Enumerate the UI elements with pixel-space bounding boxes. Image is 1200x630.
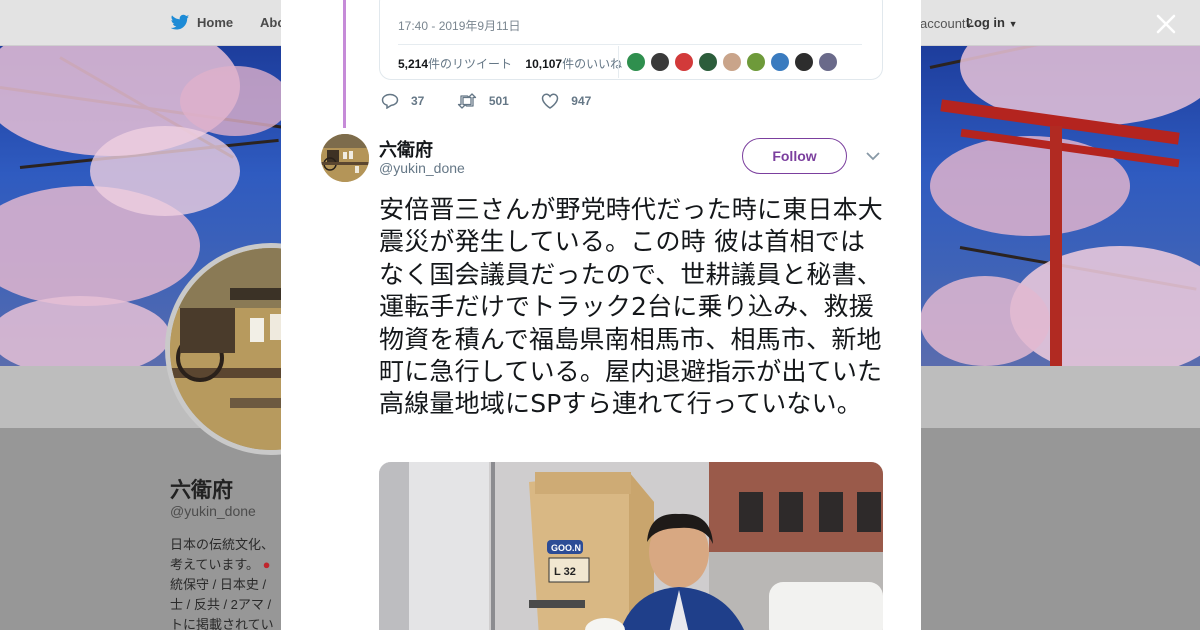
- thread-connector-line: [343, 0, 346, 128]
- divider: [618, 46, 619, 78]
- cherry-blossom-cluster: [180, 66, 290, 136]
- profile-name: 六衛府: [170, 479, 233, 502]
- red-dot-icon: ●: [259, 557, 271, 572]
- liker-avatar[interactable]: [746, 52, 766, 72]
- liker-avatar[interactable]: [770, 52, 790, 72]
- bio-line: トに掲載されてい: [170, 617, 274, 630]
- login-dropdown[interactable]: Log in ▼: [966, 15, 1018, 30]
- liker-avatar[interactable]: [650, 52, 670, 72]
- cherry-blossom-cluster: [0, 296, 170, 366]
- twitter-bird-icon[interactable]: [170, 14, 190, 32]
- reply-icon: [381, 93, 399, 109]
- reply-count: 37: [411, 94, 425, 108]
- like-button[interactable]: 947: [541, 93, 591, 109]
- retweet-button[interactable]: 501: [457, 93, 509, 109]
- liker-avatar[interactable]: [794, 52, 814, 72]
- like-action-count: 947: [571, 94, 592, 108]
- divider: [398, 44, 862, 45]
- close-icon[interactable]: [1154, 12, 1178, 36]
- liker-avatars: [626, 52, 842, 74]
- reply-button[interactable]: 37: [381, 93, 424, 109]
- liker-avatar[interactable]: [698, 52, 718, 72]
- bio-line: 統保守 / 日本史 /: [170, 577, 267, 592]
- retweet-count-label[interactable]: 件のリツイート: [428, 57, 512, 71]
- photo-image: GOO.N L 32: [379, 462, 883, 630]
- liker-avatar[interactable]: [722, 52, 742, 72]
- tweet-modal: 17:40 - 2019年9月11日 5,214件のリツイート 10,107件の…: [281, 0, 921, 630]
- box-size-text: L 32: [554, 566, 576, 578]
- chevron-down-icon: ▼: [1008, 19, 1018, 29]
- bio-line: 日本の伝統文化、: [170, 537, 275, 552]
- tweet-author-name[interactable]: 六衛府: [379, 136, 433, 162]
- retweet-count[interactable]: 5,214: [398, 57, 428, 71]
- account-question: account?: [920, 16, 973, 31]
- retweet-icon: [457, 93, 476, 109]
- nav-home[interactable]: Home: [197, 15, 233, 30]
- bio-line: 士 / 反共 / 2アマ /: [170, 597, 272, 612]
- liker-avatar[interactable]: [626, 52, 646, 72]
- login-label[interactable]: Log in: [966, 15, 1005, 30]
- follow-button[interactable]: Follow: [742, 138, 847, 174]
- torii-gate: [940, 99, 1200, 366]
- profile-handle: @yukin_done: [170, 503, 256, 519]
- like-count-label[interactable]: 件のいいね: [562, 57, 622, 71]
- avatar-painting: [321, 134, 369, 182]
- quoted-tweet-actions: 37 501 947: [381, 93, 619, 113]
- like-count[interactable]: 10,107: [525, 57, 562, 71]
- bio-line: 考えています。 ●: [170, 557, 271, 572]
- quoted-tweet-card[interactable]: 17:40 - 2019年9月11日 5,214件のリツイート 10,107件の…: [379, 0, 883, 80]
- chevron-down-icon[interactable]: [865, 150, 881, 162]
- quoted-tweet-stats: 5,214件のリツイート 10,107件のいいね: [398, 55, 622, 72]
- tweet-author-handle[interactable]: @yukin_done: [379, 160, 465, 176]
- heart-icon: [542, 93, 559, 109]
- liker-avatar[interactable]: [674, 52, 694, 72]
- retweet-action-count: 501: [488, 94, 509, 108]
- quoted-tweet-timestamp[interactable]: 17:40 - 2019年9月11日: [398, 17, 521, 34]
- tweet-photo[interactable]: GOO.N L 32: [379, 462, 883, 630]
- tweet-author-avatar[interactable]: [321, 134, 369, 182]
- box-brand-text: GOO.N: [551, 543, 581, 553]
- liker-avatar[interactable]: [818, 52, 838, 72]
- cherry-blossom-cluster: [90, 126, 240, 216]
- profile-bio: 日本の伝統文化、 考えています。 ● 統保守 / 日本史 / 士 / 反共 / …: [170, 535, 282, 630]
- tweet-text: 安倍晋三さんが野党時代だった時に東日本大震災が発生している。この時 彼は首相では…: [379, 195, 884, 419]
